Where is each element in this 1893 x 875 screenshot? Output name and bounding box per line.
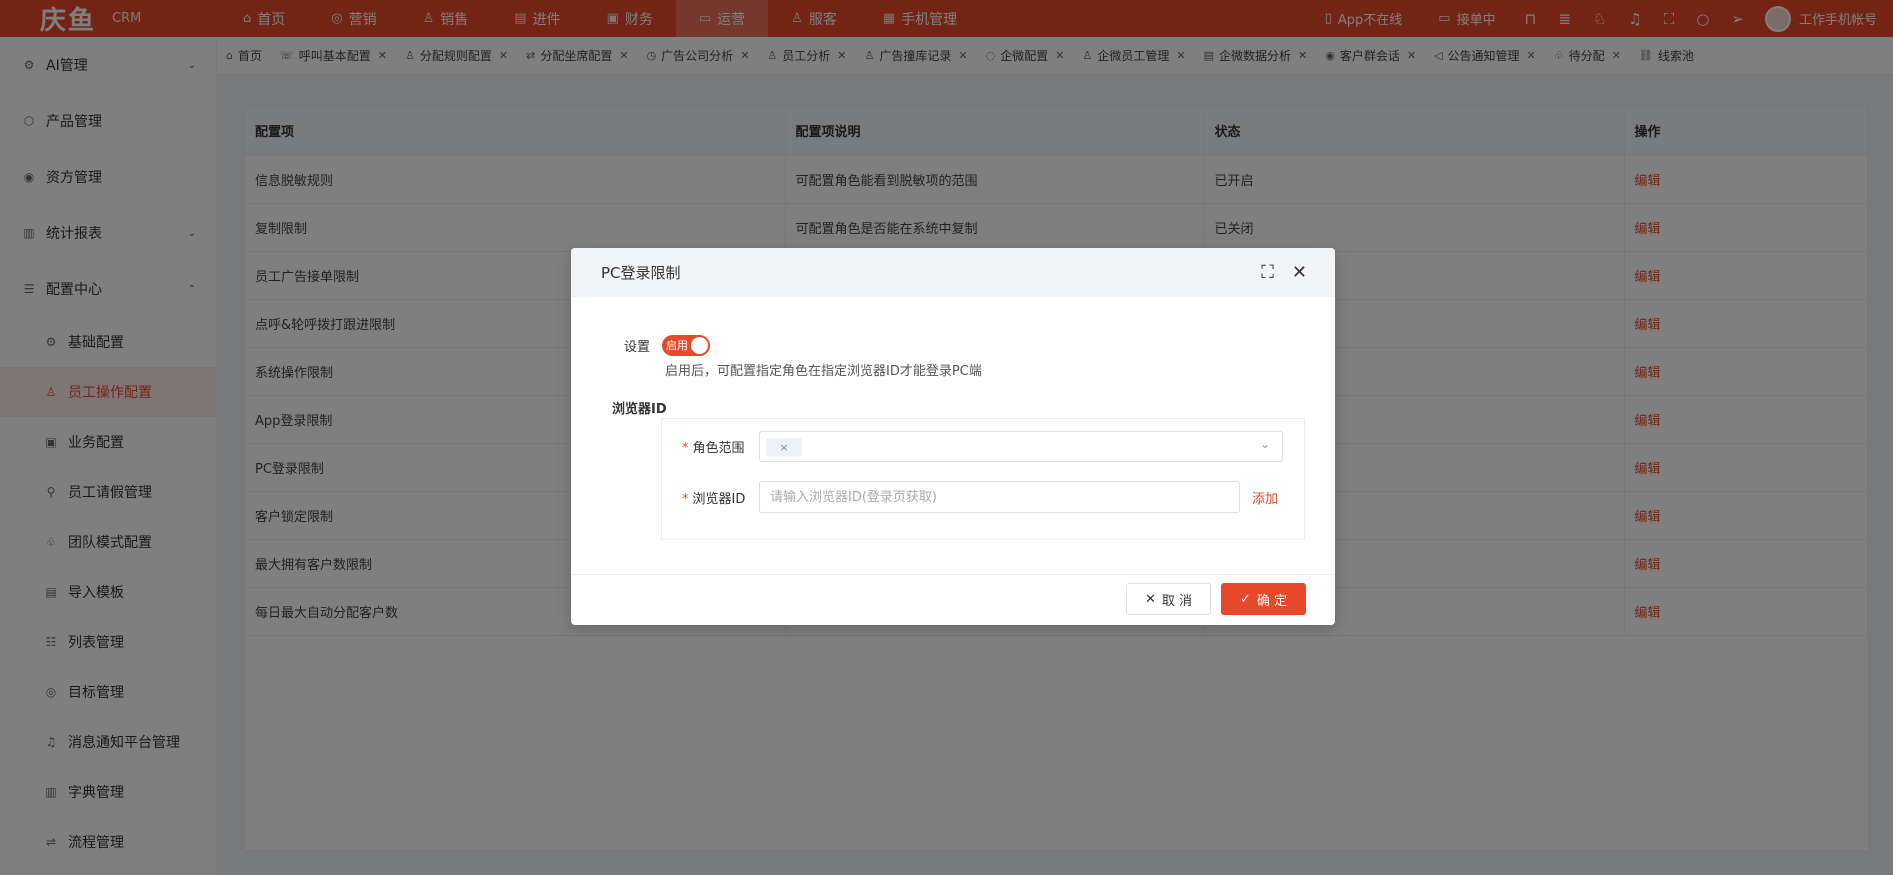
role-scope-select[interactable]: × ⌄ — [759, 431, 1283, 462]
dialog-body: 设置 启用 启用后，可配置指定角色在指定浏览器ID才能登录PC端 浏览器ID *… — [571, 297, 1335, 574]
add-browser-id-link[interactable]: 添加 — [1252, 488, 1278, 507]
tag-close-icon[interactable]: × — [779, 441, 788, 454]
role-tag[interactable]: × — [766, 438, 802, 457]
browser-id-label-text: 浏览器ID — [692, 492, 746, 507]
close-icon[interactable]: ✕ — [1292, 262, 1307, 283]
check-icon: ✓ — [1239, 591, 1251, 607]
enable-switch[interactable]: 启用 — [662, 335, 711, 356]
dialog-tools: ⛶ ✕ — [1261, 262, 1335, 283]
confirm-button[interactable]: ✓ 确 定 — [1221, 583, 1306, 615]
browser-id-section-label: 浏览器ID — [612, 402, 667, 417]
confirm-label: 确 定 — [1256, 593, 1288, 609]
browser-id-fieldset: *角色范围 × ⌄ *浏览器ID 添加 — [661, 418, 1305, 540]
browser-id-input[interactable] — [759, 481, 1240, 513]
setting-label: 设置 — [624, 340, 651, 355]
dialog-header: PC登录限制 ⛶ ✕ — [571, 248, 1335, 297]
pc-login-limit-dialog: PC登录限制 ⛶ ✕ 设置 启用 启用后，可配置指定角色在指定浏览器ID才能登录… — [571, 248, 1335, 625]
cancel-label: 取 消 — [1161, 593, 1193, 609]
setting-row: 设置 启用 — [624, 335, 711, 356]
maximize-icon[interactable]: ⛶ — [1261, 262, 1274, 283]
required-mark: * — [682, 441, 689, 456]
dialog-footer: ✕ 取 消 ✓ 确 定 — [571, 574, 1335, 625]
setting-hint: 启用后，可配置指定角色在指定浏览器ID才能登录PC端 — [665, 364, 982, 379]
dialog-title: PC登录限制 — [601, 264, 681, 282]
chevron-down-icon: ⌄ — [1259, 437, 1270, 451]
browser-id-label: * 浏览器ID — [682, 488, 745, 507]
cancel-button[interactable]: ✕ 取 消 — [1126, 583, 1211, 615]
close-icon: ✕ — [1144, 591, 1156, 607]
switch-text: 启用 — [666, 339, 689, 352]
required-mark: * — [682, 492, 689, 507]
role-scope-label: * 角色范围 — [682, 437, 745, 456]
role-scope-label-text: 角色范围 — [692, 441, 745, 456]
